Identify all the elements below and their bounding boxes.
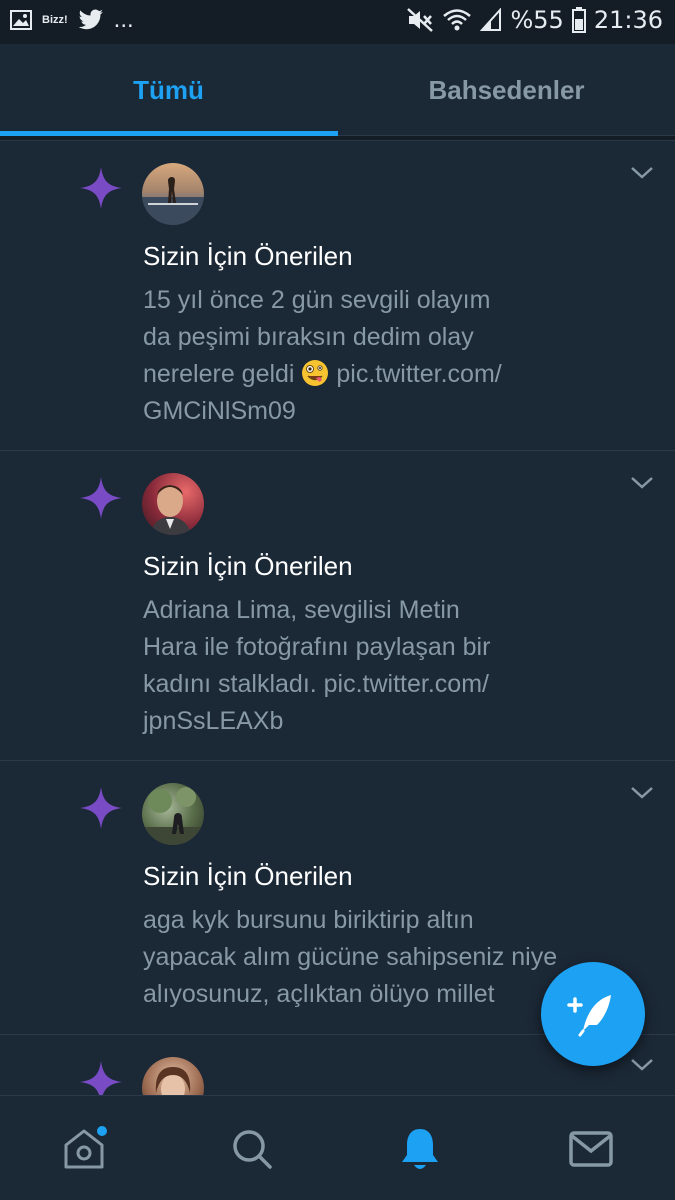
- body-line: nerelere geldi pic.twitter.com/: [143, 356, 583, 393]
- body-line: aga kyk bursunu biriktirip altın: [143, 906, 474, 934]
- tweet-link[interactable]: jpnSsLEAXb: [143, 703, 583, 740]
- sparkle-icon: [80, 787, 122, 829]
- mail-icon: [569, 1130, 613, 1167]
- compose-tweet-button[interactable]: [541, 962, 645, 1066]
- nav-search[interactable]: [168, 1096, 336, 1200]
- signal-icon: [480, 8, 502, 31]
- bizz-notification-icon: Bizz!: [42, 14, 68, 26]
- bell-icon: [402, 1128, 438, 1169]
- compose-quill-icon: [567, 995, 611, 1037]
- notification-tabs: Tümü Bahsedenler: [0, 44, 675, 136]
- body-line-text: nerelere geldi: [143, 360, 295, 388]
- notification-body: 15 yıl önce 2 gün sevgili olayım da peşi…: [143, 282, 583, 430]
- tab-mentions[interactable]: Bahsedenler: [338, 44, 675, 136]
- notification-title: Sizin İçin Önerilen: [143, 241, 353, 271]
- notification-body: Adriana Lima, sevgilisi Metin Hara ile f…: [143, 592, 583, 740]
- avatar[interactable]: [142, 783, 204, 845]
- zany-face-emoji-icon: [302, 360, 329, 386]
- battery-icon: [571, 7, 586, 33]
- sparkle-icon: [80, 1061, 122, 1095]
- twitter-bird-icon: [78, 9, 103, 30]
- mute-icon: [407, 8, 434, 32]
- gallery-icon: [10, 10, 32, 30]
- nav-notifications[interactable]: [336, 1096, 504, 1200]
- body-line: kadını stalkladı. pic.twitter.com/: [143, 670, 489, 698]
- body-line: 15 yıl önce 2 gün sevgili olayım: [143, 286, 491, 314]
- more-notifications-indicator: ...: [113, 6, 134, 33]
- wifi-icon: [443, 9, 472, 31]
- home-icon: [64, 1125, 107, 1168]
- chevron-down-icon[interactable]: [629, 165, 655, 181]
- search-icon: [233, 1129, 272, 1169]
- nav-home[interactable]: [0, 1096, 168, 1200]
- notification-title: Sizin İçin Önerilen: [143, 861, 353, 891]
- notification-body: aga kyk bursunu biriktirip altın yapacak…: [143, 902, 613, 1013]
- battery-percent: %55: [510, 6, 564, 34]
- notification-item[interactable]: Sizin İçin Önerilen Adriana Lima, sevgil…: [0, 450, 675, 760]
- body-line: Adriana Lima, sevgilisi Metin: [143, 596, 460, 624]
- notification-feed[interactable]: Sizin İçin Önerilen 15 yıl önce 2 gün se…: [0, 140, 675, 1095]
- status-bar: Bizz! ... %55 21:36: [0, 0, 675, 44]
- body-line: yapacak alım gücüne sahipseniz niye: [143, 943, 558, 971]
- bottom-navigation: [0, 1095, 675, 1200]
- nav-messages[interactable]: [507, 1096, 675, 1200]
- notification-title: Sizin İçin Önerilen: [143, 551, 353, 581]
- avatar[interactable]: [142, 473, 204, 535]
- sparkle-icon: [80, 167, 122, 209]
- avatar[interactable]: [142, 1057, 204, 1095]
- notification-item[interactable]: Sizin İçin Önerilen 15 yıl önce 2 gün se…: [0, 140, 675, 450]
- chevron-down-icon[interactable]: [629, 785, 655, 801]
- active-tab-indicator: [0, 131, 338, 136]
- body-line: da peşimi bıraksın dedim olay: [143, 323, 474, 351]
- tab-all[interactable]: Tümü: [0, 44, 337, 136]
- tweet-link[interactable]: pic.twitter.com/: [336, 360, 501, 388]
- body-line: Hara ile fotoğrafını paylaşan bir: [143, 633, 491, 661]
- chevron-down-icon[interactable]: [629, 1057, 655, 1073]
- avatar[interactable]: [142, 163, 204, 225]
- clock: 21:36: [593, 6, 663, 34]
- sparkle-icon: [80, 477, 122, 519]
- chevron-down-icon[interactable]: [629, 475, 655, 491]
- tweet-link[interactable]: GMCiNlSm09: [143, 393, 583, 430]
